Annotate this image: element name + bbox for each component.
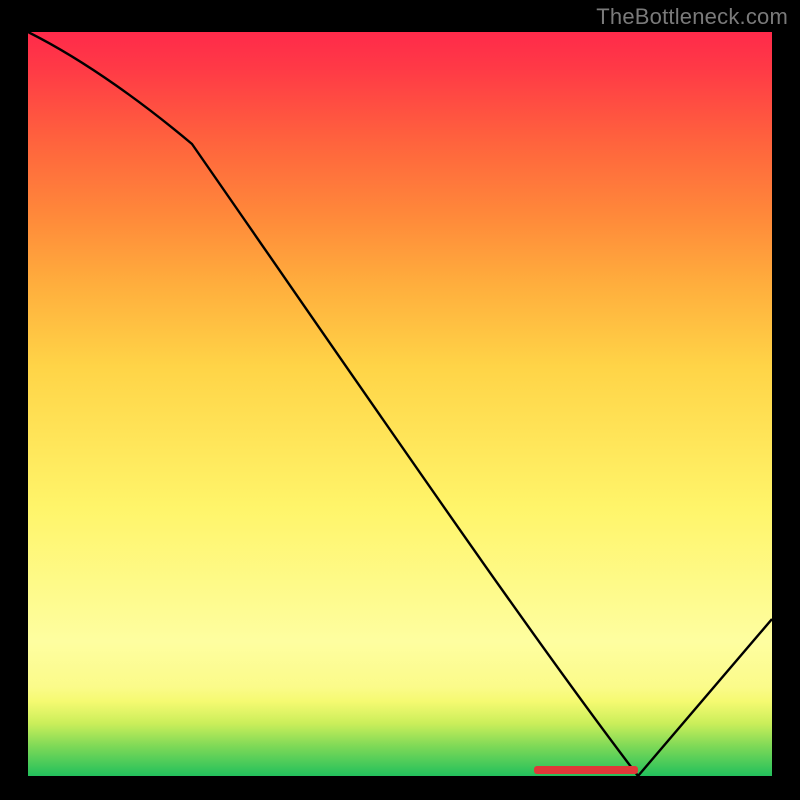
axis-bottom xyxy=(26,776,774,778)
chart-frame: TheBottleneck.com xyxy=(0,0,800,800)
optimal-range-marker xyxy=(534,766,638,774)
axis-left xyxy=(26,30,28,778)
line-curve xyxy=(28,32,772,776)
plot-area xyxy=(28,32,772,776)
axis-right xyxy=(772,30,774,778)
watermark-label: TheBottleneck.com xyxy=(596,4,788,30)
